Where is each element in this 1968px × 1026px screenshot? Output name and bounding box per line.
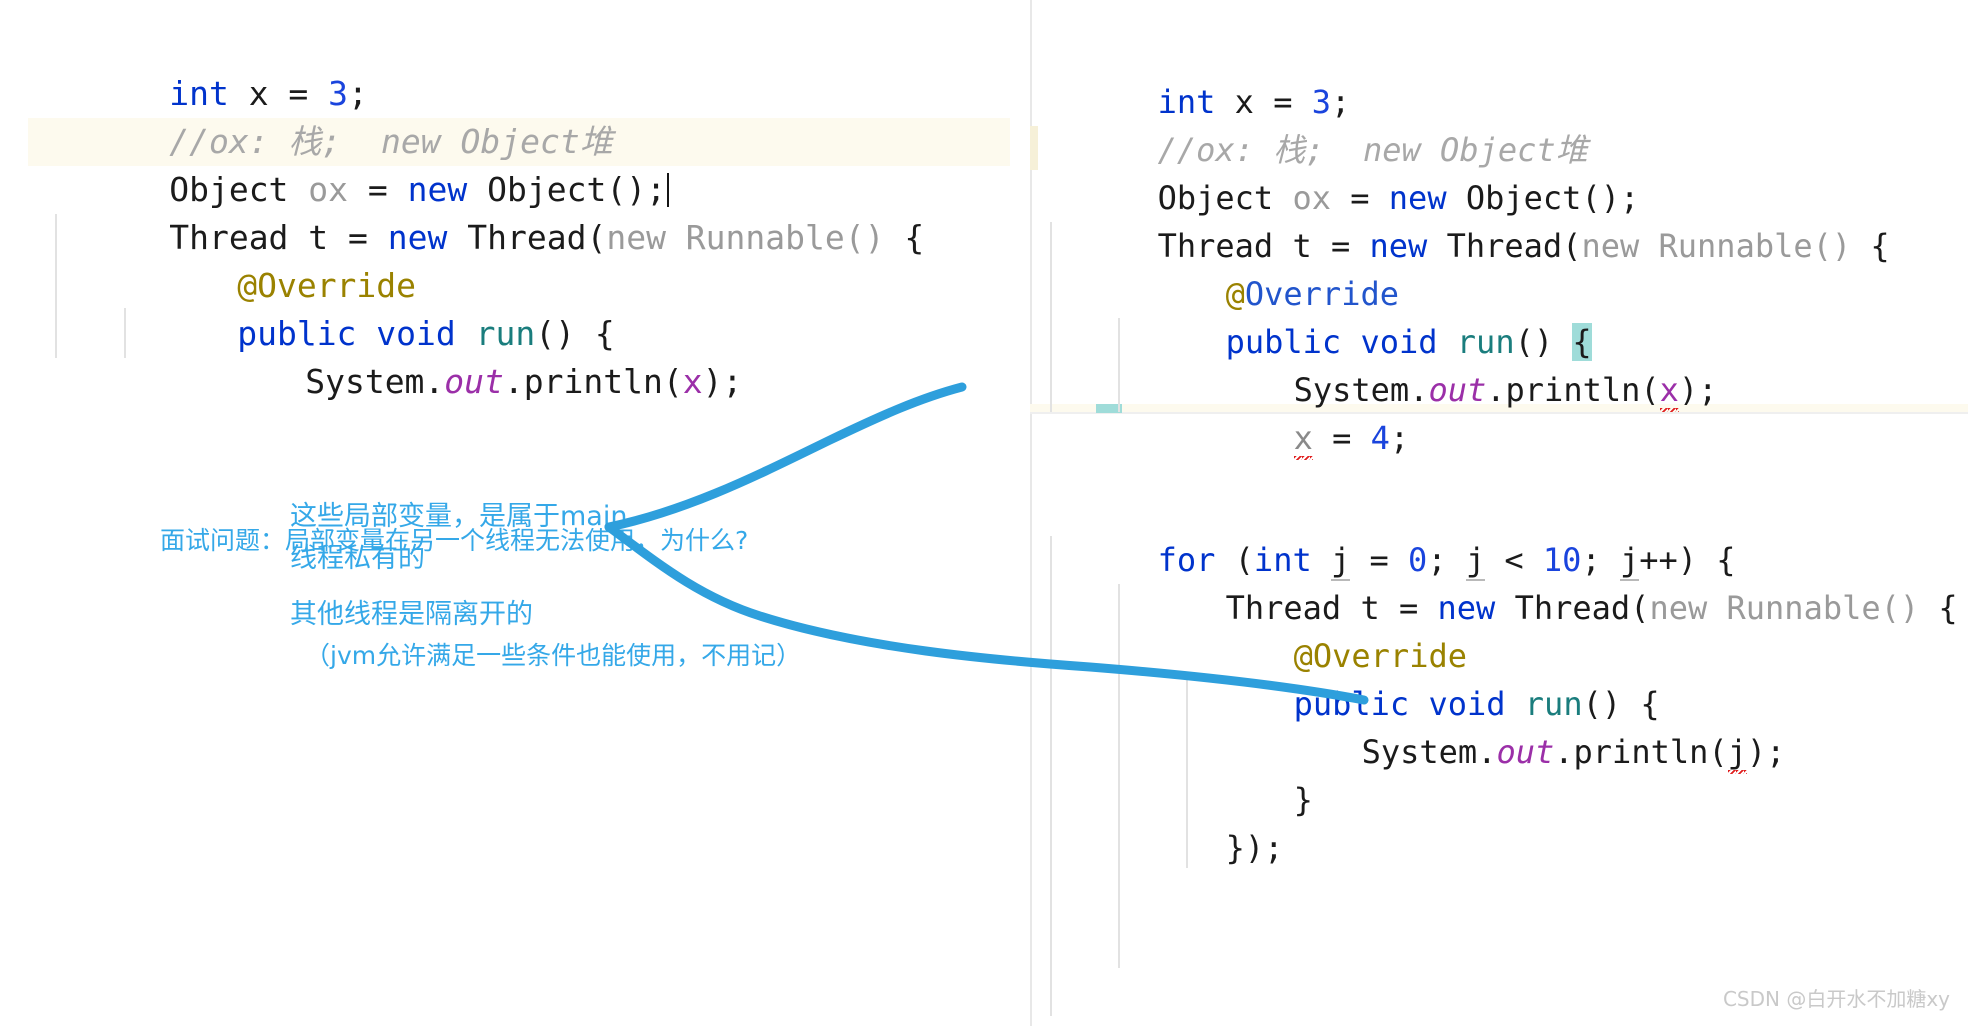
token: Thread(: [1495, 589, 1650, 627]
token: 4: [1370, 419, 1390, 457]
annotation-note-1-line-1: 这些局部变量，是属于main: [290, 501, 628, 532]
token-error: x: [1659, 371, 1679, 412]
token: ;: [1389, 419, 1410, 457]
token-error: j: [1727, 733, 1747, 774]
token-error: x: [1293, 419, 1313, 460]
token: );: [1678, 371, 1718, 409]
token: {: [1851, 227, 1890, 265]
token: System.: [305, 362, 445, 401]
token: out: [1496, 733, 1555, 771]
code-line[interactable]: });: [1110, 776, 1284, 920]
screenshot-root: int x = 3; //ox: 栈; new Object堆 Object o…: [0, 0, 1968, 1026]
token: );: [702, 362, 743, 401]
token: .println(: [503, 362, 683, 401]
token: new Runnable(): [606, 218, 885, 257]
token: Thread(: [447, 218, 607, 257]
token: {: [1919, 589, 1958, 627]
token: });: [1225, 829, 1284, 867]
token: x: [682, 362, 703, 401]
token: System.: [1361, 733, 1497, 771]
annotation-note-2-line-1: 其他线程是隔离开的: [290, 599, 533, 630]
token: new Runnable(): [1649, 589, 1920, 627]
token: .println(: [1554, 733, 1728, 771]
annotation-note-2-line-2: （jvm允许满足一些条件也能使用，不用记）: [305, 641, 802, 670]
token: }: [1293, 781, 1313, 819]
token: out: [1428, 371, 1487, 409]
changed-line-marker: [1030, 126, 1038, 170]
annotation-note-1-line-2: 线程私有的: [290, 543, 425, 574]
token: Thread(: [1427, 227, 1582, 265]
code-line[interactable]: System.out.println(j);: [1246, 680, 1785, 824]
token: .println(: [1486, 371, 1660, 409]
code-editor-right[interactable]: int x = 3; //ox: 栈; new Object堆 Object o…: [1030, 0, 1968, 1026]
csdn-watermark: CSDN @白开水不加糖xy: [1722, 987, 1950, 1011]
token: new Runnable(): [1581, 227, 1852, 265]
token: out: [444, 362, 504, 401]
code-line[interactable]: System.out.println(x);: [186, 310, 742, 454]
token: {: [884, 218, 925, 257]
token: );: [1746, 733, 1786, 771]
token: =: [1312, 419, 1371, 457]
